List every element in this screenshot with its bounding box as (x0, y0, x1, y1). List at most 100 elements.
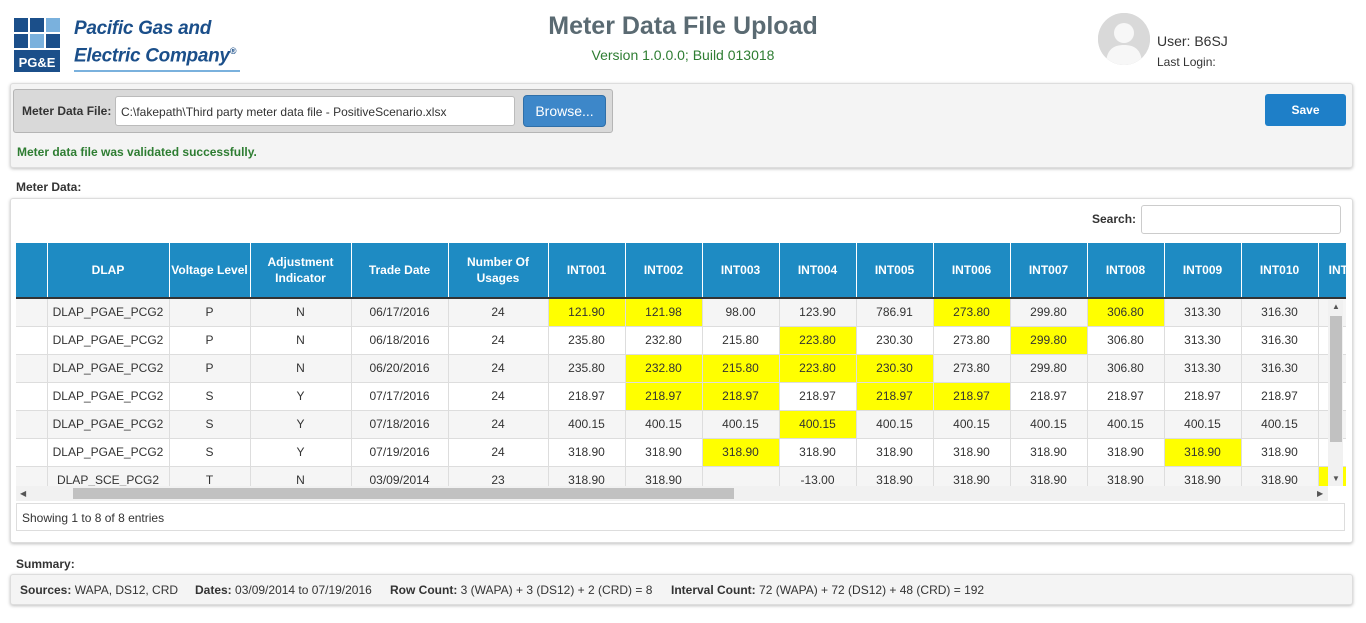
table-header-row: NameDLAPVoltage LevelAdjustment Indicato… (16, 243, 1346, 299)
table-cell: 218.97 (779, 382, 857, 411)
column-header[interactable]: Voltage Level (169, 243, 251, 299)
table-cell: 318.90 (548, 438, 626, 467)
column-header[interactable]: INT002 (625, 243, 703, 299)
table-row[interactable]: DLAP_SCE_PCG2 T N 03/09/2014 23 318.90 318.90-… (16, 466, 1346, 486)
table-cell: S (169, 410, 251, 439)
table-cell: 316.30 (1241, 298, 1319, 327)
table-cell: 318.90 (625, 438, 703, 467)
horizontal-scroll-thumb[interactable] (73, 488, 734, 499)
table-cell: S (169, 382, 251, 411)
table-row[interactable]: DLAP_PGAE_PCG2 S Y 07/19/2016 24 318.90 318.90… (16, 438, 1346, 467)
column-header[interactable]: Number Of Usages (448, 243, 549, 299)
column-header[interactable]: INT011 (1318, 243, 1346, 299)
table-cell: 318.90 (1164, 466, 1242, 486)
save-button[interactable]: Save (1265, 94, 1346, 126)
column-header[interactable]: INT008 (1087, 243, 1165, 299)
column-header[interactable]: INT003 (702, 243, 780, 299)
table-cell: 316.30 (1241, 326, 1319, 355)
table-cell: 318.90 (1010, 438, 1088, 467)
column-header[interactable]: INT006 (933, 243, 1011, 299)
table-cell: 400.15 (933, 410, 1011, 439)
table-cell: DLAP_PGAE_PCG2 (47, 382, 170, 411)
table-cell: 232.80 (625, 326, 703, 355)
table-cell: 24 (448, 382, 549, 411)
column-header[interactable]: INT004 (779, 243, 857, 299)
column-header[interactable]: Trade Date (351, 243, 449, 299)
arrow-right-icon[interactable]: ▶ (1317, 489, 1323, 498)
table-cell: 218.97 (548, 382, 626, 411)
table-cell: 98.00 (702, 298, 780, 327)
table-cell: 318.90 (548, 466, 626, 486)
search-input[interactable] (1141, 205, 1341, 234)
table-cell: 218.97 (856, 382, 934, 411)
table-cell: 03/09/2014 (351, 466, 449, 486)
table-cell: 400.15 (702, 410, 780, 439)
table-cell: 318.90 (933, 438, 1011, 467)
table-cell: 313.30 (1164, 354, 1242, 383)
table-cell: 273.80 (933, 298, 1011, 327)
table-cell: 400.15 (1164, 410, 1242, 439)
table-cell: 24 (448, 438, 549, 467)
table-cell: N (250, 466, 352, 486)
table-cell: 318.90 (625, 466, 703, 486)
logo-underline (74, 70, 240, 72)
table-cell: 07/17/2016 (351, 382, 449, 411)
table-cell: 318.90 (1087, 466, 1165, 486)
table-cell: DLAP_PGAE_PCG2 (47, 298, 170, 327)
table-cell: 07/18/2016 (351, 410, 449, 439)
table-row[interactable]: DLAP_PGAE_PCG2 S Y 07/18/2016 24 400.15 400.15… (16, 410, 1346, 439)
file-path-input[interactable]: C:\fakepath\Third party meter data file … (115, 96, 515, 126)
meter-data-label: Meter Data: (16, 180, 82, 194)
summary-sources: Sources: WAPA, DS12, CRD (20, 583, 179, 597)
table-cell: 400.15 (1087, 410, 1165, 439)
table-row[interactable]: DLAP_PGAE_PCG2 S Y 07/17/2016 24 218.97 218.97… (16, 382, 1346, 411)
arrow-down-icon[interactable]: ▼ (1332, 474, 1340, 483)
table-cell: -13.00 (779, 466, 857, 486)
table-cell: 299.80 (1010, 298, 1088, 327)
table-cell: 318.90 (1241, 438, 1319, 467)
table-cell: 123.90 (779, 298, 857, 327)
column-header[interactable]: INT007 (1010, 243, 1088, 299)
table-cell: 318.90 (1241, 466, 1319, 486)
user-avatar-icon[interactable] (1098, 13, 1150, 65)
table-cell: 06/17/2016 (351, 298, 449, 327)
table-cell: 230.30 (856, 326, 934, 355)
column-header[interactable]: INT005 (856, 243, 934, 299)
table-cell: 400.15 (1241, 410, 1319, 439)
vertical-scroll-thumb[interactable] (1330, 316, 1342, 442)
arrow-up-icon[interactable]: ▲ (1332, 302, 1340, 311)
column-header[interactable]: Adjustment Indicator (250, 243, 352, 299)
column-header[interactable]: INT001 (548, 243, 626, 299)
table-cell: 215.80 (702, 354, 780, 383)
browse-button[interactable]: Browse... (523, 95, 606, 127)
table-cell: 400.15 (1010, 410, 1088, 439)
table-cell: 24 (448, 298, 549, 327)
table-row[interactable]: DLAP_PGAE_PCG2 P N 06/18/2016 24 235.80 232.80… (16, 326, 1346, 355)
meter-table: NameDLAPVoltage LevelAdjustment Indicato… (16, 243, 1346, 486)
table-cell: 24 (448, 354, 549, 383)
table-cell (16, 326, 48, 355)
arrow-left-icon[interactable]: ◀ (20, 489, 26, 498)
column-header[interactable]: Name (16, 243, 48, 299)
table-cell: 23 (448, 466, 549, 486)
table-cell: 299.80 (1010, 326, 1088, 355)
table-cell: 24 (448, 326, 549, 355)
column-header[interactable]: DLAP (47, 243, 170, 299)
validation-message: Meter data file was validated successful… (17, 145, 257, 159)
table-cell: 218.97 (1241, 382, 1319, 411)
table-cell: N (250, 354, 352, 383)
table-cell (16, 410, 48, 439)
column-header[interactable]: INT009 (1164, 243, 1242, 299)
table-cell: 235.80 (548, 354, 626, 383)
summary-interval-count: Interval Count: 72 (WAPA) + 72 (DS12) + … (671, 583, 985, 597)
table-cell: 318.90 (1087, 438, 1165, 467)
table-cell: N (250, 326, 352, 355)
table-cell: 235.80 (548, 326, 626, 355)
column-header[interactable]: INT010 (1241, 243, 1319, 299)
meter-table-viewport: NameDLAPVoltage LevelAdjustment Indicato… (16, 243, 1346, 486)
table-row[interactable]: DLAP_PGAE_PCG2 P N 06/20/2016 24 235.80 232.80… (16, 354, 1346, 383)
table-cell: 318.90 (779, 438, 857, 467)
table-row[interactable]: DLAP_PGAE_PCG2 P N 06/17/2016 24 121.90 121.98… (16, 298, 1346, 327)
table-cell: 218.97 (702, 382, 780, 411)
last-login: Last Login: (1157, 55, 1216, 69)
